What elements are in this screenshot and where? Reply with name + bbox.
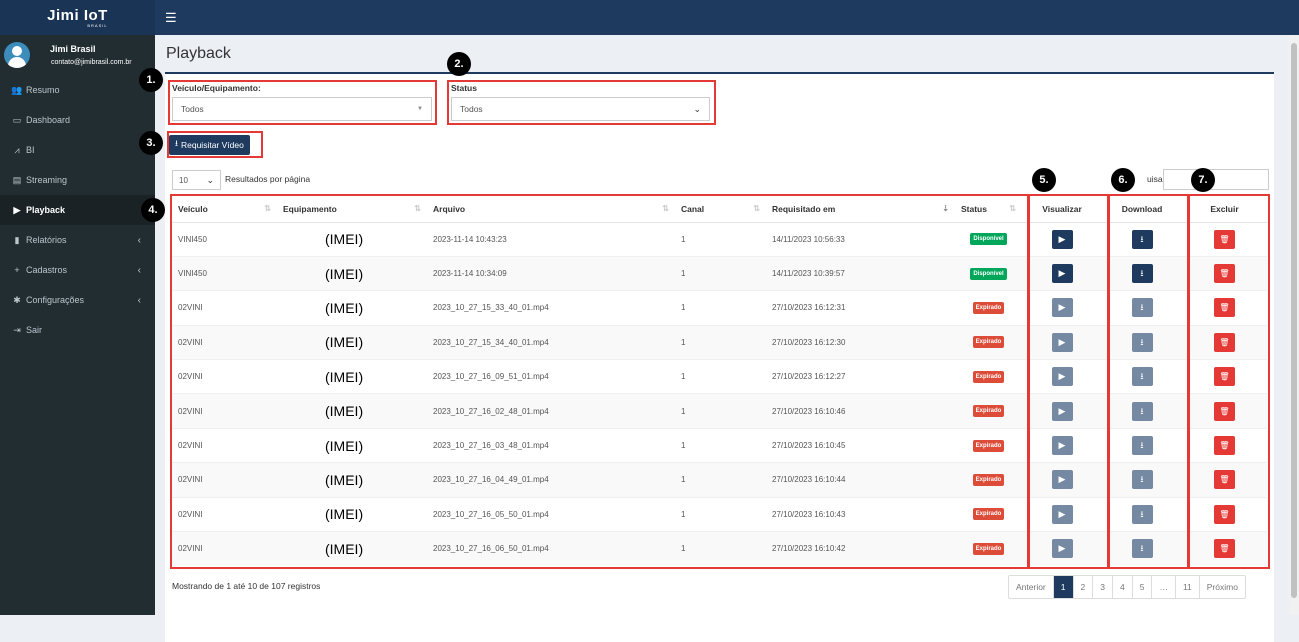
annotation-box-1: [168, 80, 437, 125]
sign-out-icon: ⇥: [13, 324, 21, 335]
sidebar-item-label: Configurações: [26, 295, 85, 305]
avatar: [4, 42, 30, 68]
file-icon: ▮: [14, 234, 20, 245]
annotation-badge-4: 4.: [141, 198, 165, 222]
page-length-label: Resultados por página: [225, 174, 311, 184]
sidebar-item-6[interactable]: + Cadastros ‹: [0, 255, 155, 285]
page-link-2[interactable]: 2: [1072, 576, 1093, 598]
annotation-box-5: [1028, 194, 1109, 569]
sidebar-item-label: Cadastros: [26, 265, 68, 275]
main-content: Playback Veículo/Equipamento: Todos ▼ St…: [155, 35, 1289, 642]
play-circle-icon: ▶: [13, 204, 21, 215]
sidebar-item-label: BI: [26, 145, 35, 155]
page-title: Playback: [166, 45, 231, 62]
annotation-box-2: [447, 80, 716, 125]
sidebar-nav: 👥 Resumo ▭ Dashboard ⩘ BI ▤ Streaming ▶ Playback ▮…: [0, 75, 155, 345]
chevron-down-icon: ⌄: [206, 174, 214, 185]
sidebar-item-label: Resumo: [26, 85, 60, 95]
logo-subtext: BRASIL: [87, 23, 108, 28]
sidebar-item-8[interactable]: ⇥ Sair: [0, 315, 155, 345]
user-panel: Jimi Brasil contato@jimibrasil.com.br: [0, 35, 155, 75]
sidebar-item-label: Streaming: [26, 175, 68, 185]
annotation-badge-7: 7.: [1191, 168, 1215, 192]
annotation-badge-3: 3.: [139, 131, 163, 155]
sidebar-item-5[interactable]: ▮ Relatórios ‹: [0, 225, 155, 255]
search-input[interactable]: [1163, 169, 1269, 190]
scrollbar-thumb[interactable]: [1291, 43, 1297, 598]
sidebar-item-2[interactable]: ⩘ BI: [0, 135, 155, 165]
annotation-badge-6: 6.: [1111, 168, 1135, 192]
annotation-badge-1: 1.: [139, 68, 163, 92]
top-bar: Jimi IoT BRASIL ☰: [0, 0, 1299, 35]
playback-panel: Veículo/Equipamento: Todos ▼ Status Todo…: [165, 72, 1274, 642]
annotation-box-4: [170, 194, 1029, 569]
page-link-8[interactable]: Próximo: [1198, 576, 1245, 598]
user-email: contato@jimibrasil.com.br: [51, 59, 132, 66]
sidebar-item-1[interactable]: ▭ Dashboard: [0, 105, 155, 135]
sidebar-item-label: Playback: [26, 205, 66, 215]
plus-icon: +: [14, 265, 20, 275]
page-link-6: …: [1151, 576, 1175, 598]
sidebar-item-label: Sair: [26, 325, 43, 335]
chevron-left-icon: ‹: [137, 264, 141, 276]
logo[interactable]: Jimi IoT BRASIL: [0, 0, 155, 35]
sidebar-item-label: Relatórios: [26, 235, 67, 245]
page-link-1[interactable]: 1: [1052, 576, 1073, 598]
sidebar: Jimi Brasil contato@jimibrasil.com.br 👥 R…: [0, 35, 155, 615]
users-icon: 👥: [11, 84, 23, 95]
chevron-left-icon: ‹: [137, 294, 141, 306]
page-link-5[interactable]: 5: [1131, 576, 1152, 598]
menu-toggle-icon[interactable]: ☰: [165, 10, 177, 26]
logo-text: Jimi IoT: [47, 7, 108, 24]
annotation-box-3: [167, 131, 263, 158]
page-link-7[interactable]: 11: [1174, 576, 1199, 598]
page-length-value: 10: [179, 175, 188, 185]
annotation-box-7: [1188, 194, 1270, 569]
pagination: Anterior 1 2 3 4 5… 11 Próximo: [1008, 575, 1246, 599]
annotation-badge-5: 5.: [1032, 168, 1056, 192]
sidebar-item-label: Dashboard: [26, 115, 71, 125]
page-link-3[interactable]: 3: [1092, 576, 1112, 598]
annotation-box-6: [1108, 194, 1189, 569]
table-info: Mostrando de 1 até 10 de 107 registros: [172, 581, 321, 591]
page-link-4[interactable]: 4: [1111, 576, 1132, 598]
sidebar-item-3[interactable]: ▤ Streaming: [0, 165, 155, 195]
sidebar-item-7[interactable]: ✱ Configurações ‹: [0, 285, 155, 315]
annotation-badge-2: 2.: [447, 52, 471, 76]
page-link-0[interactable]: Anterior: [1009, 576, 1053, 598]
sidebar-item-0[interactable]: 👥 Resumo: [0, 75, 155, 105]
sidebar-item-4[interactable]: ▶ Playback: [0, 195, 155, 225]
film-icon: ▤: [12, 174, 22, 185]
gear-icon: ✱: [13, 294, 21, 305]
user-name: Jimi Brasil: [50, 44, 96, 54]
chevron-left-icon: ‹: [137, 234, 141, 246]
page-scrollbar[interactable]: [1289, 35, 1299, 615]
page-length-select[interactable]: 10 ⌄: [172, 170, 221, 190]
monitor-icon: ▭: [12, 114, 22, 125]
chart-line-icon: ⩘: [14, 144, 20, 155]
